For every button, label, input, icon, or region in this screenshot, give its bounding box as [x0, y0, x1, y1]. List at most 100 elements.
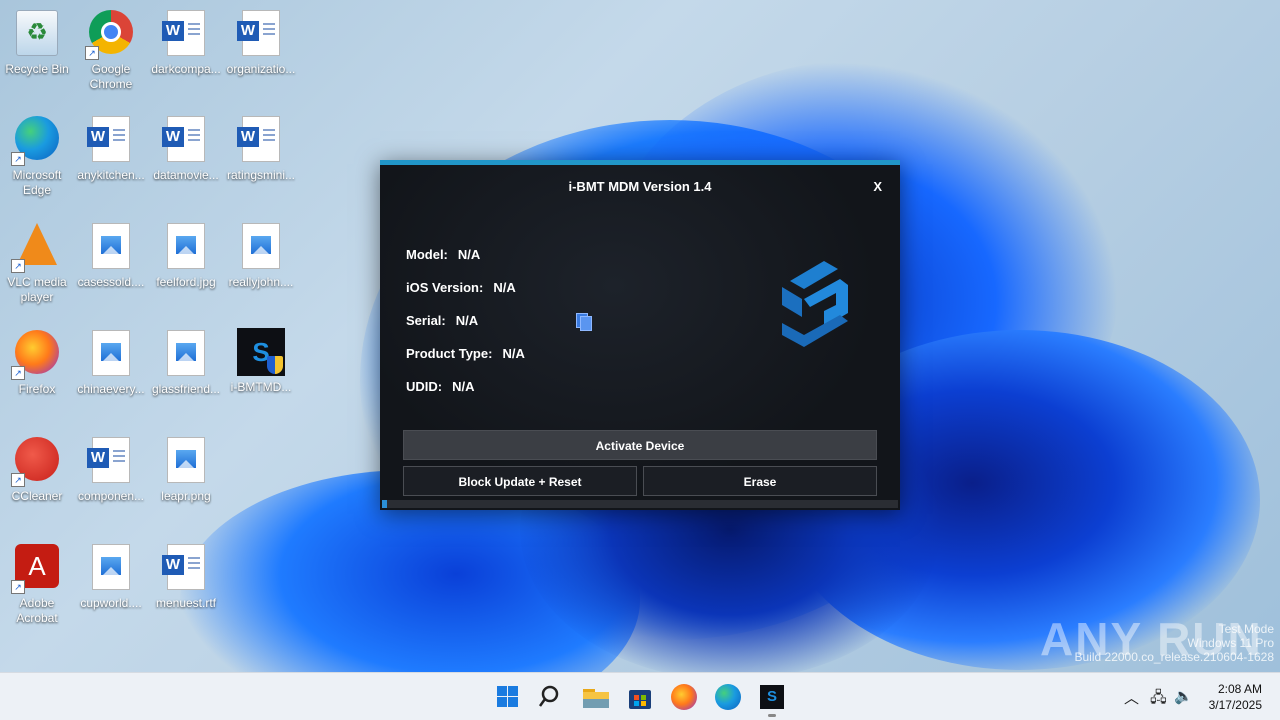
desktop-icon-label: cupworld.... [80, 596, 142, 610]
clock-time: 2:08 AM [1217, 682, 1262, 696]
ibmt-mdm-window: i-BMT MDM Version 1.4 X Model: N/A iOS Ve… [380, 160, 900, 510]
desktop-icon-file[interactable]: casessold.... [75, 221, 147, 290]
desktop-icon-chrome[interactable]: ↗ Google Chrome [75, 8, 147, 92]
field-value: N/A [457, 247, 481, 262]
image-file-icon [167, 437, 205, 483]
desktop-icon-file[interactable]: W organizatio... [225, 8, 297, 77]
desktop-icon-vlc[interactable]: ↗ VLC media player [1, 221, 73, 305]
field-value: N/A [452, 379, 475, 394]
file-explorer-button[interactable] [580, 681, 612, 713]
field-label: Model: [406, 247, 448, 262]
watermark-line: Build 22000.co_release.210604-1628 [1074, 650, 1275, 664]
network-icon[interactable]: 🖧 [1150, 687, 1167, 712]
desktop-icon-edge[interactable]: ↗ Microsoft Edge [1, 114, 73, 198]
field-value: N/A [493, 280, 516, 295]
desktop-icon-acrobat[interactable]: A ↗ Adobe Acrobat [1, 542, 73, 626]
volume-icon[interactable]: 🔈 [1174, 687, 1193, 705]
store-icon [629, 690, 651, 709]
desktop-icon-file[interactable]: W datamovie... [150, 114, 222, 183]
image-file-icon [242, 223, 280, 269]
tray-overflow-chevron-icon[interactable]: ︿ [1124, 687, 1139, 708]
search-button[interactable] [536, 681, 568, 713]
field-label: UDID: [406, 379, 443, 394]
word-doc-icon: W [162, 10, 205, 56]
desktop-icon-label: darkcompa... [151, 62, 221, 76]
shortcut-arrow-icon: ↗ [11, 366, 25, 380]
word-doc-icon: W [87, 437, 130, 483]
desktop-icon-file[interactable]: chinaevery... [75, 328, 147, 397]
ibmt-taskbar-button[interactable]: S [756, 681, 788, 717]
copy-serial-icon[interactable] [576, 313, 592, 331]
info-row-udid: UDID: N/A [406, 379, 475, 394]
info-row-product-type: Product Type: N/A [406, 346, 525, 361]
desktop-icon-label: datamovie... [153, 168, 219, 182]
folder-icon [583, 689, 609, 708]
start-button[interactable] [492, 681, 524, 713]
desktop-icon-label: Microsoft Edge [12, 168, 62, 197]
desktop-icon-label: i-BMTMD... [230, 380, 292, 394]
field-label: Product Type: [406, 346, 493, 361]
block-update-reset-button[interactable]: Block Update + Reset [403, 466, 637, 496]
ibmt-logo-icon [782, 261, 848, 347]
shortcut-arrow-icon: ↗ [11, 580, 25, 594]
watermark-line: Windows 11 Pro [1187, 636, 1274, 650]
info-row-ios-version: iOS Version: N/A [406, 280, 516, 295]
desktop-icon-file[interactable]: W anykitchen... [75, 114, 147, 183]
firefox-icon [671, 684, 697, 710]
desktop-icon-file[interactable]: reallyjohn.... [225, 221, 297, 290]
desktop-icon-file[interactable]: W componen... [75, 435, 147, 504]
desktop-icon-label: feelford.jpg [156, 275, 216, 289]
microsoft-store-button[interactable] [624, 681, 656, 713]
desktop-icon-file[interactable]: cupworld.... [75, 542, 147, 611]
activate-device-button[interactable]: Activate Device [403, 430, 877, 460]
word-doc-icon: W [237, 116, 280, 162]
desktop-icon-label: Recycle Bin [5, 62, 69, 76]
desktop-icon-label: leapr.png [161, 489, 211, 503]
ibmt-app-icon: S [237, 328, 285, 376]
image-file-icon [92, 223, 130, 269]
word-doc-icon: W [87, 116, 130, 162]
desktop-icon-ccleaner[interactable]: ↗ CCleaner [1, 435, 73, 504]
desktop-icon-label: reallyjohn.... [228, 275, 294, 289]
image-file-icon [167, 223, 205, 269]
image-file-icon [167, 330, 205, 376]
field-value: N/A [455, 313, 479, 328]
desktop-icon-firefox[interactable]: ↗ Firefox [1, 328, 73, 397]
desktop-icon-label: Adobe Acrobat [16, 596, 58, 625]
recycle-bin-icon: ♻ [16, 10, 58, 56]
edge-icon [715, 684, 741, 710]
desktop-icon-label: VLC media player [7, 275, 67, 304]
shortcut-arrow-icon: ↗ [11, 152, 25, 166]
desktop-icon-label: anykitchen... [77, 168, 145, 182]
desktop-icon-file[interactable]: W darkcompa... [150, 8, 222, 77]
edge-taskbar-button[interactable] [712, 681, 744, 713]
test-mode-watermark: Test Mode Windows 11 Pro Build 22000.co_… [1075, 622, 1275, 664]
system-clock[interactable]: 2:08 AM 3/17/2025 [1209, 681, 1262, 713]
ibmt-app-icon: S [760, 685, 784, 709]
word-doc-icon: W [162, 544, 205, 590]
shortcut-arrow-icon: ↗ [11, 473, 25, 487]
uac-shield-icon [267, 356, 283, 374]
shortcut-arrow-icon: ↗ [11, 259, 25, 273]
erase-button[interactable]: Erase [643, 466, 877, 496]
word-doc-icon: W [162, 116, 205, 162]
progress-fill [382, 500, 388, 508]
desktop-icon-file[interactable]: glassfriend... [150, 328, 222, 397]
desktop-icon-label: casessold.... [77, 275, 145, 289]
watermark-line: Test Mode [1218, 622, 1274, 636]
desktop-icon-label: glassfriend... [151, 382, 221, 396]
desktop-icon-label: ratingsmini... [226, 168, 296, 182]
desktop-icon-file[interactable]: feelford.jpg [150, 221, 222, 290]
firefox-taskbar-button[interactable] [668, 681, 700, 713]
desktop-icon-recycle-bin[interactable]: ♻ Recycle Bin [1, 8, 73, 77]
desktop-icon-file[interactable]: leapr.png [150, 435, 222, 504]
field-label: iOS Version: [406, 280, 484, 295]
desktop-icon-label: menuest.rtf [155, 596, 217, 610]
desktop-icon-label: chinaevery... [77, 382, 145, 396]
desktop-icon-file[interactable]: W menuest.rtf [150, 542, 222, 611]
close-button[interactable]: X [873, 179, 882, 194]
desktop-icon-file[interactable]: W ratingsmini... [225, 114, 297, 183]
desktop-icon-ibmt[interactable]: S i-BMTMD... [225, 328, 297, 395]
desktop-icon-label: Google Chrome [89, 62, 133, 91]
info-row-serial: Serial: N/A [406, 313, 478, 328]
